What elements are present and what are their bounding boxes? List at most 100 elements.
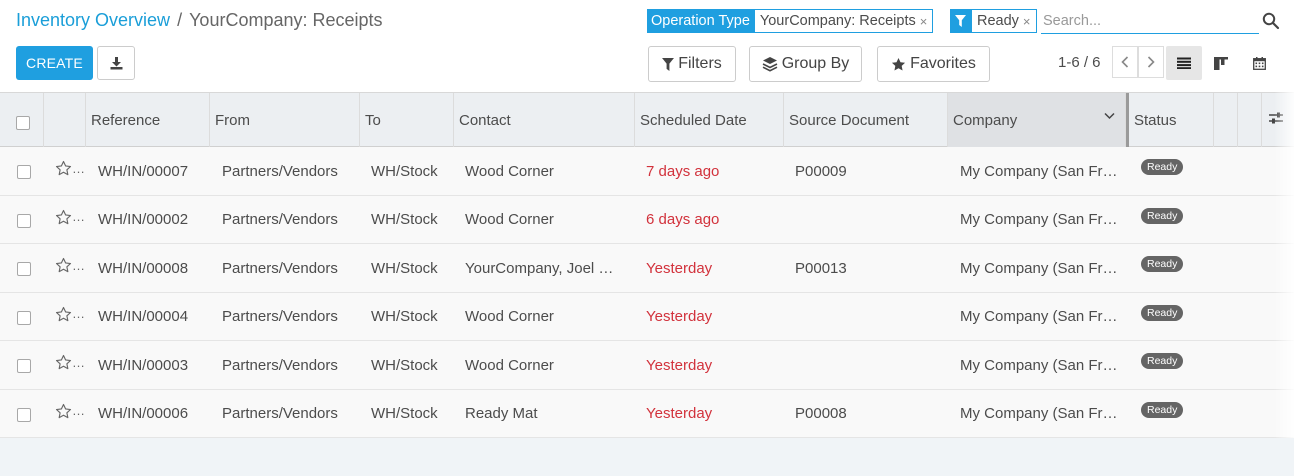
control-panel: Inventory Overview / YourCompany: Receipts… — [0, 0, 1294, 92]
table-row[interactable]: … WH/IN/00003 Partners/Vendors WH/Stock Wood… — [0, 341, 1294, 390]
priority-star-icon[interactable]: … — [55, 206, 85, 228]
facet-operation-type: Operation Type YourCompany: Receipts × — [647, 9, 934, 33]
facet-label — [950, 9, 971, 33]
row-checkbox[interactable] — [17, 165, 31, 179]
cell-source-document — [795, 293, 940, 341]
priority-star-icon[interactable]: … — [55, 351, 85, 373]
pager-next-button[interactable] — [1138, 46, 1164, 78]
column-header-contact[interactable]: Contact — [454, 93, 635, 147]
page-title: YourCompany: Receipts — [189, 10, 383, 30]
cell-to: WH/Stock — [371, 308, 438, 325]
column-header-status[interactable]: Status — [1129, 93, 1214, 147]
status-badge: Ready — [1141, 304, 1184, 321]
kanban-view-button[interactable] — [1203, 46, 1239, 80]
facet-value: Ready × — [971, 9, 1037, 33]
empty-header-cell — [1214, 93, 1238, 147]
row-checkbox[interactable] — [17, 262, 31, 276]
pager-previous-button[interactable] — [1112, 46, 1138, 78]
priority-star-icon[interactable]: … — [55, 157, 85, 179]
layers-icon — [762, 57, 778, 72]
star-icon — [892, 57, 906, 70]
kanban-view-icon — [1214, 56, 1228, 70]
search-icon[interactable] — [1262, 12, 1280, 30]
cell-scheduled-date: 7 days ago — [646, 162, 720, 180]
table-row[interactable]: … WH/IN/00004 Partners/Vendors WH/Stock Wood… — [0, 292, 1294, 341]
calendar-view-icon — [1252, 56, 1266, 70]
column-header-scheduled-date[interactable]: Scheduled Date — [635, 93, 784, 147]
pager-value[interactable]: 1-6 / 6 — [1058, 54, 1101, 71]
column-header-to[interactable]: To — [360, 93, 454, 147]
optional-columns-icon[interactable] — [1268, 111, 1284, 125]
list-view-button[interactable] — [1166, 46, 1202, 80]
facet-label: Operation Type — [647, 9, 754, 33]
facet-value-text: Ready — [977, 13, 1019, 29]
cell-to: WH/Stock — [371, 211, 438, 228]
table-row[interactable]: … WH/IN/00006 Partners/Vendors WH/Stock Read… — [0, 389, 1294, 438]
group-by-label: Group By — [781, 55, 850, 72]
create-button[interactable]: CREATE — [16, 46, 93, 80]
cell-reference: WH/IN/00003 — [98, 356, 189, 374]
status-badge: Ready — [1141, 256, 1184, 272]
cell-scheduled-date: Yesterday — [646, 308, 713, 325]
chevron-down-icon — [1104, 112, 1115, 120]
cell-contact: Wood Corner — [465, 211, 554, 228]
cell-status: Ready — [1141, 244, 1211, 284]
chevron-left-icon — [1121, 56, 1129, 68]
priority-star-icon[interactable]: … — [55, 400, 85, 422]
facet-remove-icon[interactable]: × — [1023, 14, 1031, 29]
breadcrumb-separator: / — [177, 10, 183, 30]
cell-company: My Company (San Fr… — [960, 259, 1118, 277]
status-badge: Ready — [1141, 353, 1184, 369]
cell-status: Ready — [1141, 390, 1211, 430]
cell-reference: WH/IN/00008 — [98, 259, 189, 277]
filters-label: Filters — [678, 55, 722, 72]
table-row[interactable]: … WH/IN/00008 Partners/Vendors WH/Stock Your… — [0, 244, 1294, 293]
select-all-header — [0, 93, 44, 147]
cell-from: Partners/Vendors — [222, 211, 338, 228]
cell-scheduled-date: Yesterday — [646, 405, 713, 422]
column-header-company-label: Company — [953, 111, 1018, 129]
facet-filter-ready: Ready × — [950, 9, 1037, 33]
cell-contact: Wood Corner — [465, 162, 554, 180]
breadcrumb-link-inventory-overview[interactable]: Inventory Overview — [16, 10, 170, 30]
select-all-checkbox[interactable] — [16, 116, 30, 130]
column-header-from[interactable]: From — [210, 93, 360, 147]
cell-company: My Company (San Fr… — [960, 162, 1118, 180]
table-body: … WH/IN/00007 Partners/Vendors WH/Stock Wood… — [0, 147, 1294, 438]
filters-button[interactable]: Filters — [648, 46, 736, 82]
column-header-source-document[interactable]: Source Document — [784, 93, 948, 147]
cell-to: WH/Stock — [371, 405, 438, 422]
cell-company: My Company (San Fr… — [960, 405, 1118, 422]
row-checkbox[interactable] — [17, 407, 31, 422]
cell-to: WH/Stock — [371, 356, 438, 374]
facet-remove-icon[interactable]: × — [920, 14, 928, 29]
cell-contact: Ready Mat — [465, 405, 538, 422]
table-header: Reference From To Contact Scheduled Date… — [0, 92, 1294, 147]
favorites-button[interactable]: Favorites — [877, 46, 990, 82]
cell-to: WH/Stock — [371, 259, 438, 277]
column-header-company[interactable]: Company — [948, 93, 1126, 147]
download-icon — [110, 56, 122, 69]
priority-star-icon[interactable]: … — [55, 303, 85, 325]
export-button[interactable] — [97, 46, 135, 80]
row-checkbox[interactable] — [17, 359, 31, 373]
cell-company: My Company (San Fr… — [960, 211, 1118, 228]
row-checkbox[interactable] — [17, 310, 31, 325]
cell-contact: Wood Corner — [465, 356, 554, 374]
cell-reference: WH/IN/00007 — [98, 162, 189, 180]
group-by-button[interactable]: Group By — [749, 46, 862, 82]
column-header-reference[interactable]: Reference — [86, 93, 210, 147]
cell-source-document: P00008 — [795, 405, 847, 422]
status-badge: Ready — [1141, 401, 1184, 418]
status-badge: Ready — [1141, 159, 1184, 175]
cell-source-document: P00013 — [795, 259, 847, 277]
facet-value: YourCompany: Receipts × — [753, 9, 934, 33]
calendar-view-button[interactable] — [1241, 46, 1277, 80]
row-checkbox[interactable] — [17, 213, 31, 228]
cell-from: Partners/Vendors — [222, 162, 338, 180]
priority-star-icon[interactable]: … — [55, 254, 85, 276]
search-bar: Operation Type YourCompany: Receipts × Re… — [647, 8, 1280, 34]
table-row[interactable]: … WH/IN/00002 Partners/Vendors WH/Stock Wood… — [0, 195, 1294, 244]
table-row[interactable]: … WH/IN/00007 Partners/Vendors WH/Stock Wood… — [0, 147, 1294, 196]
search-input[interactable] — [1041, 8, 1259, 34]
